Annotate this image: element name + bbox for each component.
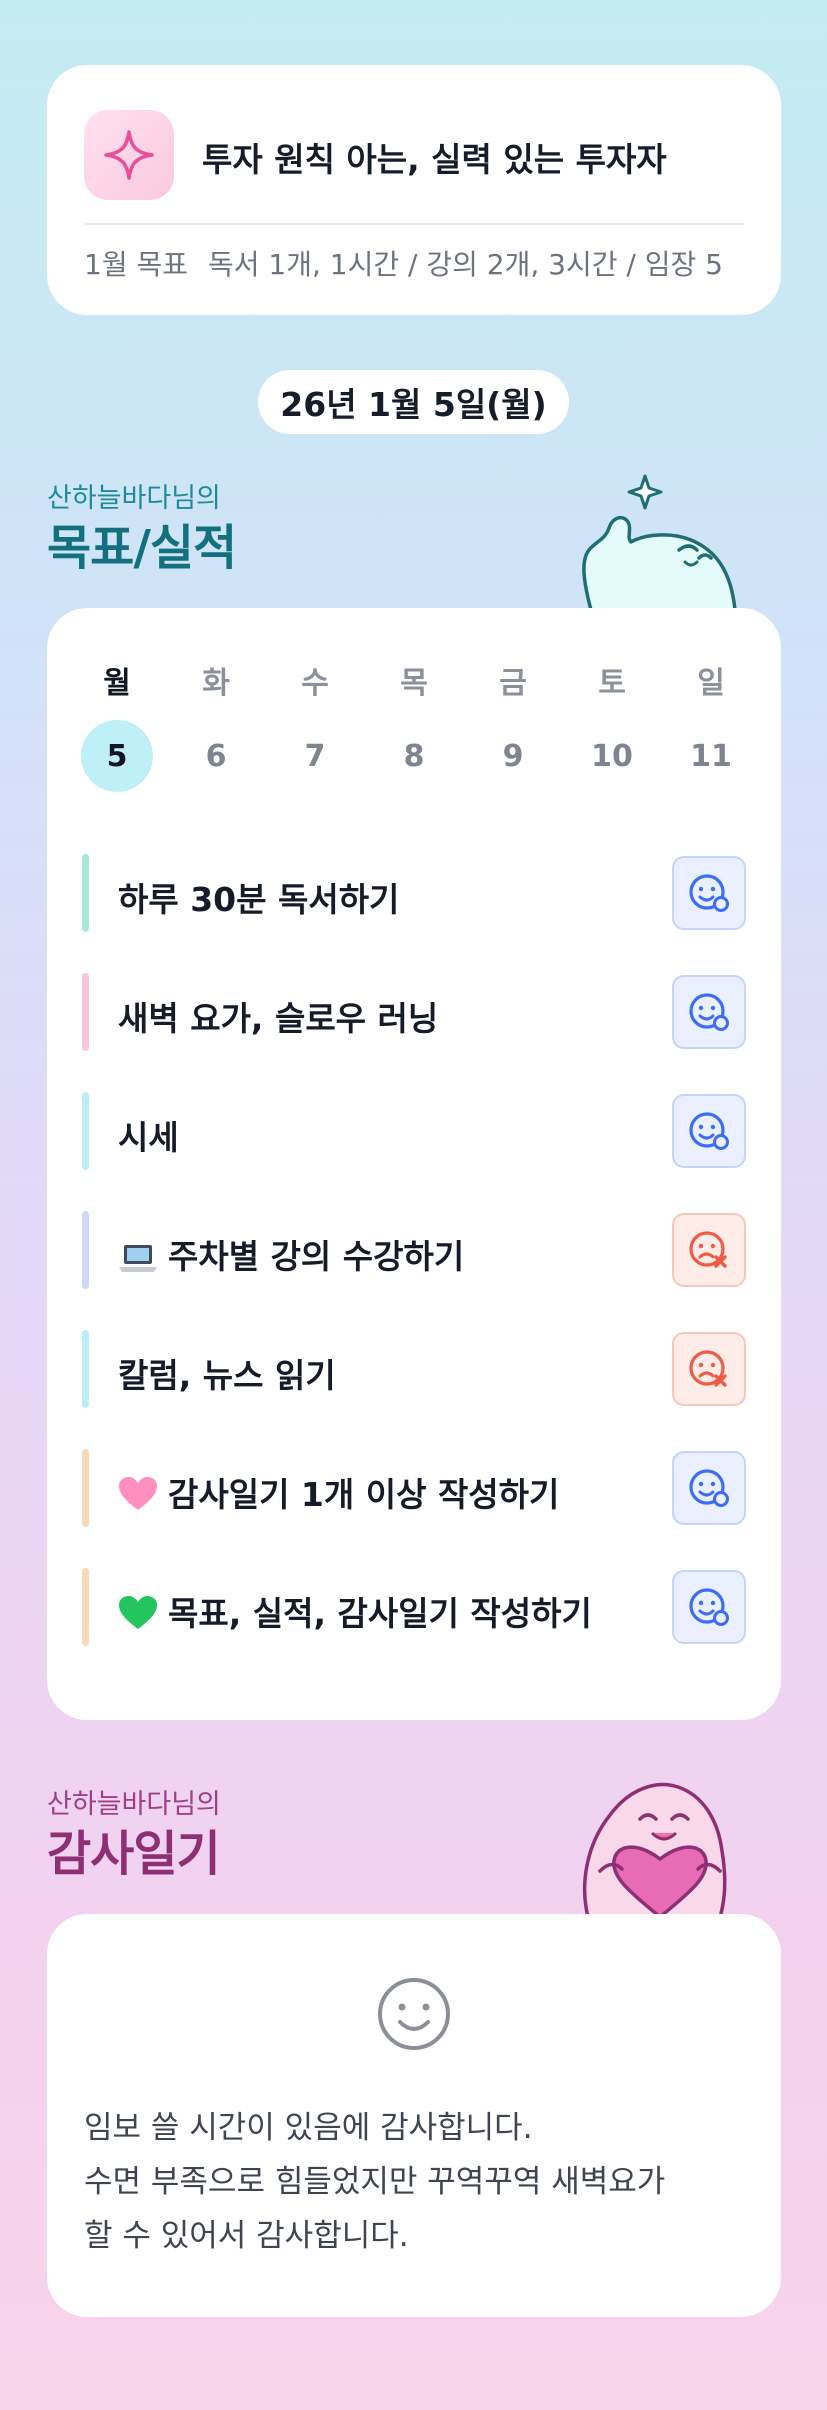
goals-section-title: 목표/실적 [47, 520, 237, 576]
status-done-button[interactable] [672, 1094, 746, 1168]
task-label-text: 시세 [118, 1118, 179, 1157]
task-label: 하루 30분 독서하기 [118, 873, 399, 921]
smile-check-icon [689, 993, 729, 1031]
day-number[interactable]: 7 [279, 720, 351, 792]
day-of-week: 금 [499, 666, 527, 701]
task-label: 목표, 실적, 감사일기 작성하기 [118, 1587, 592, 1635]
task-label: 칼럼, 뉴스 읽기 [118, 1349, 336, 1397]
status-missed-button[interactable] [672, 1332, 746, 1406]
task-color-bar [82, 1568, 89, 1646]
gratitude-text-line: 수면 부족으로 힘들었지만 꾸역꾸역 새벽요가 [84, 2164, 666, 2200]
laptop-icon [119, 1245, 157, 1272]
green-heart-icon [119, 1596, 157, 1629]
day-column-fri[interactable]: 금 9 [478, 658, 548, 792]
task-color-bar [82, 854, 89, 932]
task-label: 감사일기 1개 이상 작성하기 [118, 1468, 559, 1516]
task-label-text: 새벽 요가, 슬로우 러닝 [118, 999, 439, 1038]
task-label-text: 목표, 실적, 감사일기 작성하기 [168, 1594, 592, 1633]
task-row[interactable]: 목표, 실적, 감사일기 작성하기 [82, 1568, 746, 1646]
day-number[interactable]: 6 [180, 720, 252, 792]
task-row[interactable]: 새벽 요가, 슬로우 러닝 [82, 973, 746, 1051]
day-column-sat[interactable]: 토 10 [577, 658, 647, 792]
smile-check-icon [689, 874, 729, 912]
monthly-goal: 1월 목표 독서 1개, 1시간 / 강의 2개, 3시간 / 임장 5 [84, 243, 723, 283]
smile-check-icon [689, 1469, 729, 1507]
day-of-week: 화 [202, 666, 230, 701]
day-column-sun[interactable]: 일 11 [676, 658, 746, 792]
task-label: 시세 [118, 1111, 179, 1159]
day-number-selected[interactable]: 5 [81, 720, 153, 792]
task-color-bar [82, 1211, 89, 1289]
date-pill[interactable]: 26년 1월 5일(월) [258, 370, 569, 434]
gratitude-card: 임보 쓸 시간이 있음에 감사합니다. 수면 부족으로 힘들었지만 꾸역꾸역 새… [47, 1914, 781, 2317]
task-label-text: 하루 30분 독서하기 [118, 880, 400, 919]
day-column-thu[interactable]: 목 8 [379, 658, 449, 792]
day-number[interactable]: 8 [378, 720, 450, 792]
pink-mascot-illustration [582, 1782, 727, 1917]
task-label-text: 칼럼, 뉴스 읽기 [118, 1356, 336, 1395]
task-label-text: 감사일기 1개 이상 작성하기 [168, 1475, 560, 1514]
day-of-week: 수 [301, 666, 329, 701]
sparkle-icon [84, 110, 174, 200]
task-row[interactable]: 칼럼, 뉴스 읽기 [82, 1330, 746, 1408]
sad-x-icon [689, 1231, 727, 1268]
task-row[interactable]: 감사일기 1개 이상 작성하기 [82, 1449, 746, 1527]
day-number[interactable]: 9 [477, 720, 549, 792]
divider [84, 223, 744, 225]
task-label-text: 주차별 강의 수강하기 [168, 1237, 465, 1276]
task-row[interactable]: 주차별 강의 수강하기 [82, 1211, 746, 1289]
gratitude-section-title: 감사일기 [47, 1826, 221, 1882]
smile-check-icon [689, 1588, 729, 1626]
pink-heart-icon [119, 1477, 157, 1510]
goal-card: 투자 원칙 아는, 실력 있는 투자자 1월 목표 독서 1개, 1시간 / 강의… [47, 65, 781, 315]
goal-title: 투자 원칙 아는, 실력 있는 투자자 [202, 140, 667, 179]
day-of-week: 일 [697, 666, 725, 701]
monthly-goal-label: 1월 목표 [84, 248, 188, 281]
week-strip: 월 5 화 6 수 7 목 8 금 9 토 10 일 11 [81, 658, 746, 792]
task-label: 주차별 강의 수강하기 [118, 1230, 464, 1278]
day-of-week: 토 [598, 666, 626, 701]
status-done-button[interactable] [672, 1451, 746, 1525]
mint-mascot-illustration [582, 474, 737, 610]
task-row[interactable]: 시세 [82, 1092, 746, 1170]
day-column-wed[interactable]: 수 7 [280, 658, 350, 792]
task-color-bar [82, 973, 89, 1051]
status-done-button[interactable] [672, 975, 746, 1049]
gratitude-text-line: 임보 쓸 시간이 있음에 감사합니다. [84, 2110, 533, 2146]
sad-x-icon [689, 1350, 727, 1387]
smile-icon [378, 1978, 450, 2050]
smile-check-icon [689, 1112, 729, 1150]
day-column-mon[interactable]: 월 5 [81, 658, 153, 792]
task-color-bar [82, 1092, 89, 1170]
task-label: 새벽 요가, 슬로우 러닝 [118, 992, 438, 1040]
day-of-week: 월 [103, 666, 131, 701]
status-done-button[interactable] [672, 856, 746, 930]
status-missed-button[interactable] [672, 1213, 746, 1287]
day-of-week: 목 [400, 666, 428, 701]
day-column-tue[interactable]: 화 6 [181, 658, 251, 792]
task-row[interactable]: 하루 30분 독서하기 [82, 854, 746, 932]
task-color-bar [82, 1330, 89, 1408]
task-color-bar [82, 1449, 89, 1527]
status-done-button[interactable] [672, 1570, 746, 1644]
day-number[interactable]: 10 [576, 720, 648, 792]
monthly-goal-text: 독서 1개, 1시간 / 강의 2개, 3시간 / 임장 5 [208, 248, 723, 281]
day-number[interactable]: 11 [675, 720, 747, 792]
gratitude-text-line: 할 수 있어서 감사합니다. [84, 2218, 409, 2254]
goals-card: 월 5 화 6 수 7 목 8 금 9 토 10 일 11 하루 30분 독서하… [47, 608, 781, 1720]
